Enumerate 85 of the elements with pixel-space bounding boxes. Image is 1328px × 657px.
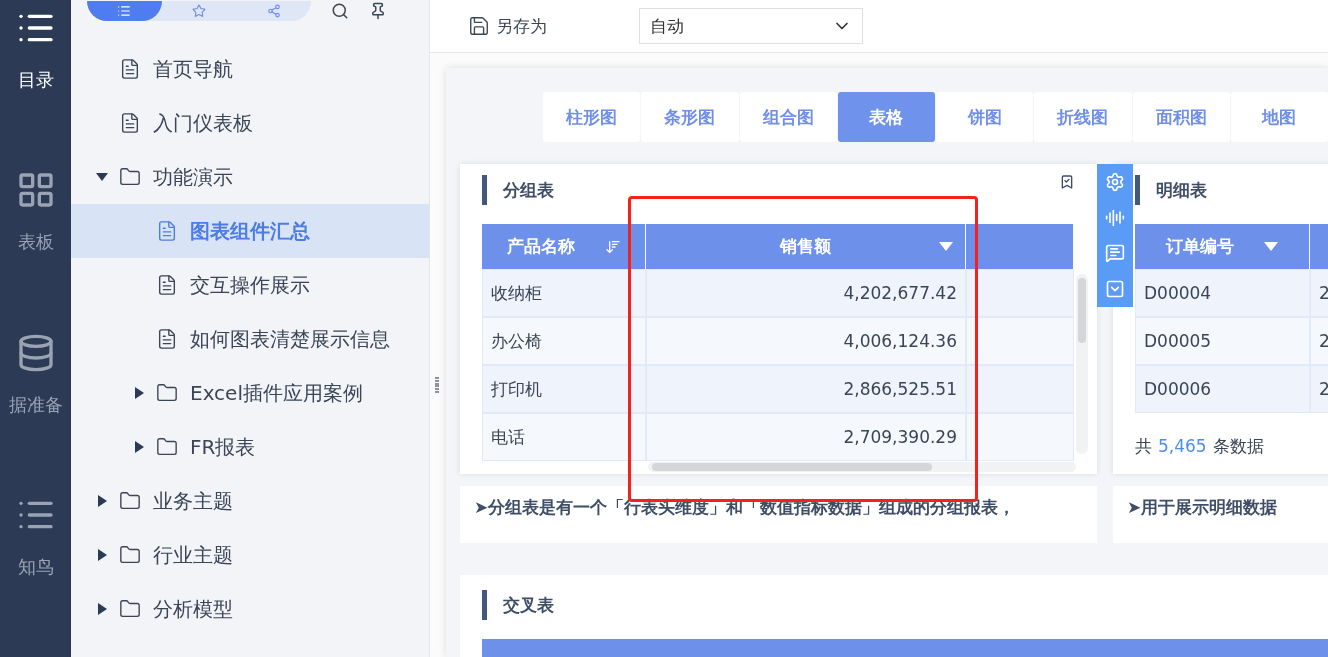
table-cell: 2,709,390.29 [646, 413, 966, 461]
table-cell: 收纳柜 [482, 269, 646, 317]
mode-select[interactable]: 自动 [639, 8, 863, 44]
star-icon [192, 4, 206, 18]
column-header[interactable]: 产品名称 [482, 224, 646, 269]
document-icon [119, 112, 141, 134]
folder-icon [119, 490, 141, 512]
tree-item[interactable]: 分析模型 [71, 582, 429, 636]
collapse-icon[interactable] [1105, 279, 1125, 300]
list-icon [117, 4, 132, 18]
dropdown-triangle-icon[interactable] [939, 242, 953, 251]
tree-item[interactable]: 行业主题 [71, 528, 429, 582]
table-cell: 电话 [482, 413, 646, 461]
chart-tab[interactable]: 柱形图 [543, 92, 641, 142]
table-cell: 2 [1310, 269, 1328, 317]
chart-tab[interactable]: 面积图 [1132, 92, 1230, 142]
caret-right-icon[interactable] [96, 603, 108, 615]
folder-icon [119, 166, 141, 188]
bookmark-icon[interactable] [1059, 174, 1075, 190]
folder-icon [156, 436, 178, 458]
chart-tab[interactable]: 地图 [1230, 92, 1328, 142]
tree-item[interactable]: FR报表 [71, 420, 429, 474]
tree-item[interactable]: Excel插件应用案例 [71, 366, 429, 420]
tree-item[interactable]: 入门仪表板 [71, 96, 429, 150]
caret-right-icon[interactable] [133, 387, 145, 399]
table-cell: 打印机 [482, 365, 646, 413]
rail-label[interactable]: 表板 [17, 230, 54, 255]
chart-tab[interactable]: 饼图 [936, 92, 1034, 142]
chart-tab[interactable]: 折线图 [1034, 92, 1132, 142]
table-cell: 办公椅 [482, 317, 646, 365]
description-text: ➤用于展示明细数据 [1127, 497, 1278, 517]
caret-right-icon[interactable] [133, 441, 145, 453]
tree-item[interactable]: 业务主题 [71, 474, 429, 528]
save-icon [468, 15, 490, 37]
search-icon[interactable] [331, 2, 349, 20]
rail-label[interactable]: 据准备 [8, 392, 63, 417]
chart-tab[interactable]: 条形图 [641, 92, 739, 142]
chart-tab[interactable]: 表格 [837, 92, 935, 142]
table-cell: 2,866,525.51 [646, 365, 966, 413]
document-icon [156, 220, 178, 242]
horizontal-scrollbar[interactable] [648, 462, 1076, 472]
share-icon [266, 4, 281, 18]
chart-tab[interactable]: 组合图 [739, 92, 837, 142]
table-cell: D00006 [1135, 365, 1310, 413]
table-cell: 2 [1310, 365, 1328, 413]
table-cell: 4,202,677.42 [646, 269, 966, 317]
column-header[interactable]: 销售额 [646, 224, 966, 269]
resize-handle[interactable] [435, 377, 439, 393]
tree-item[interactable]: 首页导航 [71, 42, 429, 96]
tree-item[interactable]: 交互操作展示 [71, 258, 429, 312]
caret-right-icon[interactable] [96, 549, 108, 561]
panel-title: 明细表 [1156, 178, 1207, 202]
settings-icon[interactable] [1105, 171, 1125, 192]
title-accent-bar [482, 590, 487, 620]
document-icon [156, 274, 178, 296]
column-header[interactable]: 订单编号 [1135, 224, 1310, 269]
title-accent-bar [1135, 175, 1140, 205]
record-count: 共 5,465 条数据 [1135, 436, 1264, 456]
vertical-scrollbar[interactable] [1076, 274, 1088, 454]
dropdown-triangle-icon[interactable] [1264, 242, 1278, 251]
caret-down-icon[interactable] [96, 171, 108, 183]
audio-lines-icon[interactable] [1105, 207, 1125, 228]
pin-icon[interactable] [369, 2, 387, 20]
tree-item[interactable]: 如何图表清楚展示信息 [71, 312, 429, 366]
save-as-button[interactable]: 另存为 [468, 14, 547, 38]
folder-icon [156, 382, 178, 404]
tree-item[interactable]: 功能演示 [71, 150, 429, 204]
panel-title: 交叉表 [503, 593, 554, 617]
rail-label[interactable]: 知鸟 [17, 554, 54, 579]
caret-right-icon[interactable] [96, 495, 108, 507]
table-cell: 4,006,124.36 [646, 317, 966, 365]
tree-item[interactable]: 图表组件汇总 [71, 204, 429, 258]
table-cell: D00004 [1135, 269, 1310, 317]
title-accent-bar [482, 175, 487, 205]
document-icon [119, 58, 141, 80]
table-cell: D00005 [1135, 317, 1310, 365]
table-cell: 2 [1310, 317, 1328, 365]
rail-label[interactable]: 目录 [17, 68, 54, 92]
panel-title: 分组表 [503, 178, 554, 202]
document-icon [156, 328, 178, 350]
folder-icon [119, 544, 141, 566]
comment-icon[interactable] [1105, 243, 1125, 264]
folder-icon [119, 598, 141, 620]
sort-icon[interactable] [604, 238, 621, 255]
sidebar-tab[interactable] [87, 1, 162, 21]
